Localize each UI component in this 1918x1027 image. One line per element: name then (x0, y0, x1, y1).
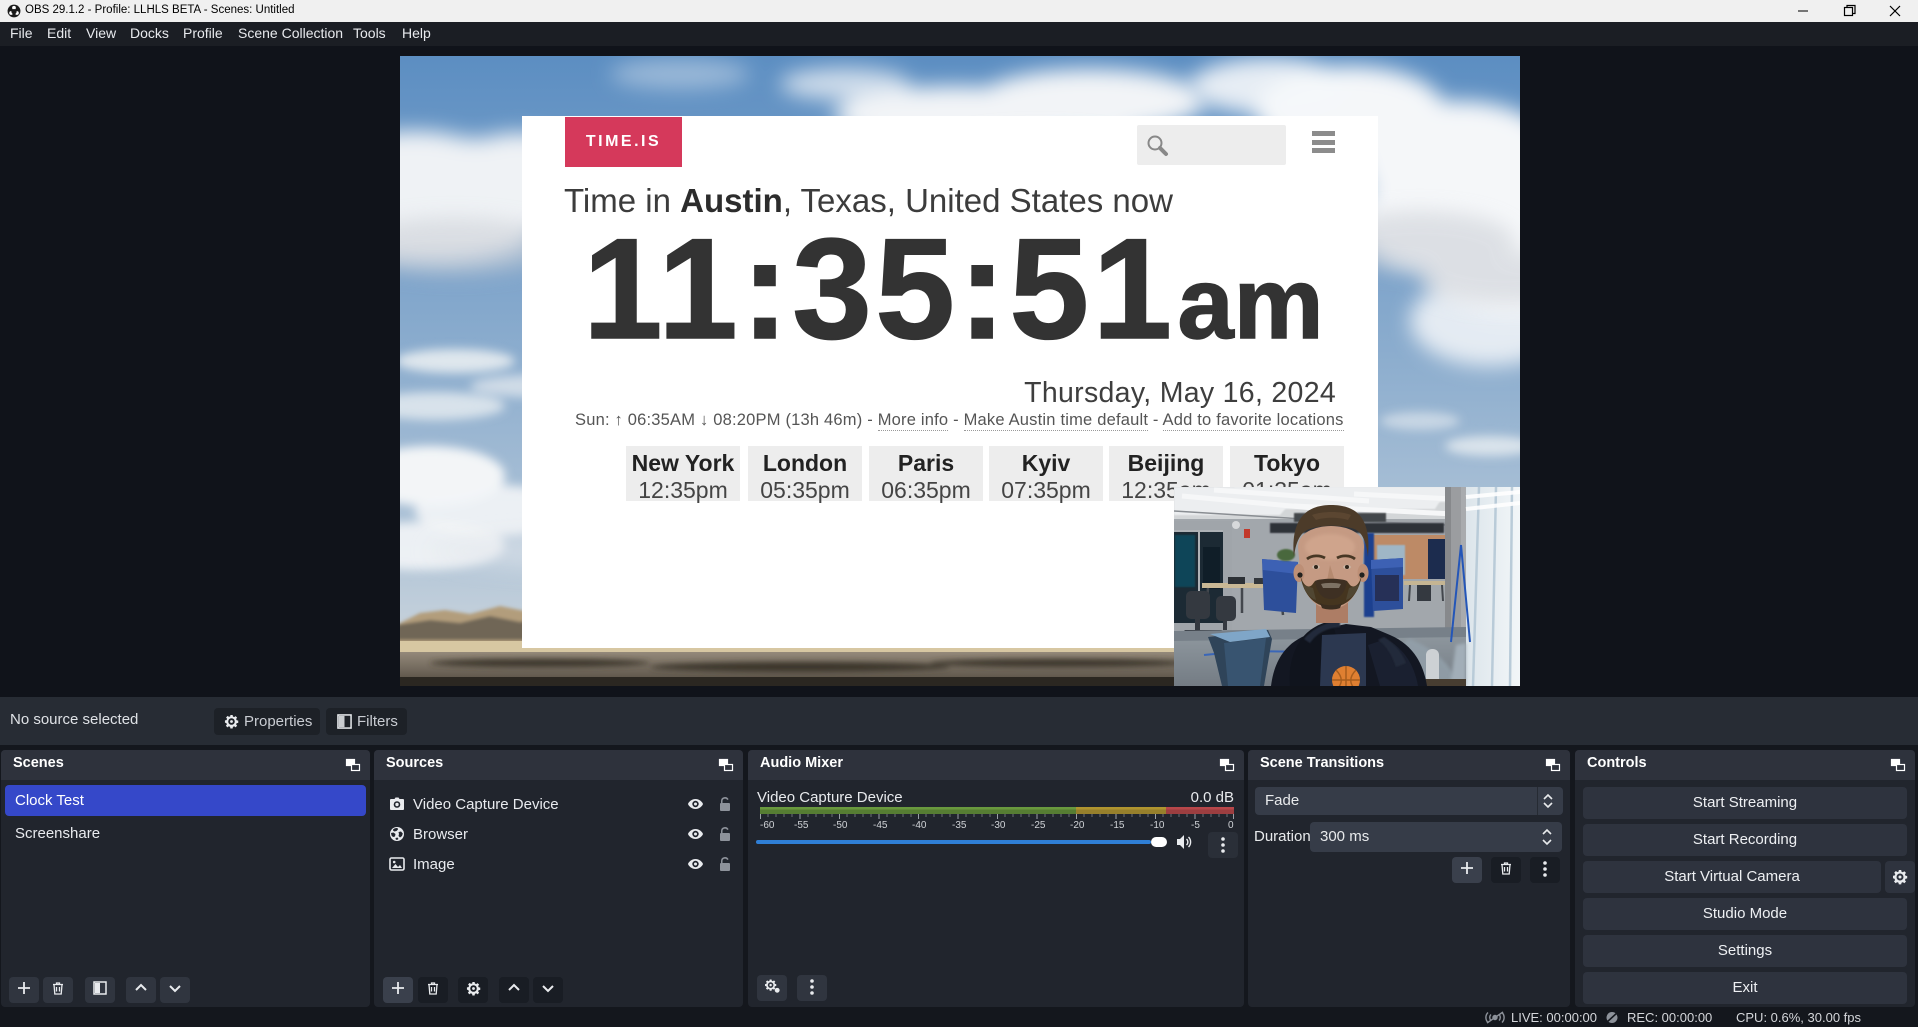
svg-text:-50: -50 (833, 820, 848, 830)
svg-text:-55: -55 (794, 820, 809, 830)
svg-text:-15: -15 (1110, 820, 1125, 830)
svg-text:-10: -10 (1150, 820, 1165, 830)
svg-text:-45: -45 (873, 820, 888, 830)
svg-text:-25: -25 (1031, 820, 1046, 830)
svg-text:-35: -35 (952, 820, 967, 830)
svg-text:-60: -60 (760, 820, 775, 830)
svg-text:-5: -5 (1191, 820, 1200, 830)
svg-text:-30: -30 (991, 820, 1006, 830)
svg-text:0: 0 (1228, 820, 1234, 830)
svg-text:-40: -40 (912, 820, 927, 830)
svg-text:-20: -20 (1070, 820, 1085, 830)
